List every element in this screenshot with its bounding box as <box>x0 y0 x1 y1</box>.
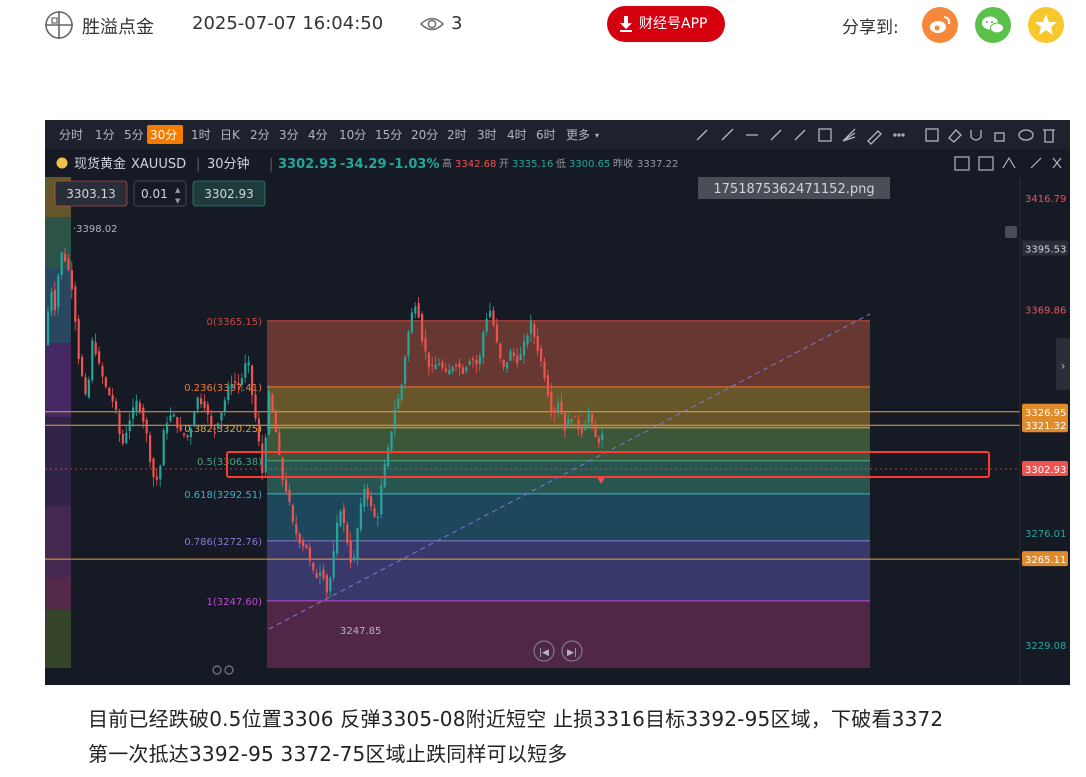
low-label: 低 <box>556 157 566 170</box>
fib-level-label: 0.236(3337.41) <box>184 383 262 394</box>
symbol-code[interactable]: XAUUSD <box>131 157 186 172</box>
symbol-name[interactable]: 现货黄金 <box>74 156 126 172</box>
eye-icon <box>420 17 444 31</box>
wechat-icon <box>975 7 1011 43</box>
publish-datetime: 2025-07-07 16:04:50 <box>192 13 384 34</box>
low-value: 3300.65 <box>569 159 610 170</box>
chevron-right-icon[interactable]: › <box>1061 359 1066 373</box>
tab-timeframe[interactable]: 10分 <box>339 128 366 142</box>
price-axis-label: 3302.93 <box>1025 465 1066 476</box>
price-axis-label: 3326.95 <box>1025 408 1066 419</box>
article-header: 胜溢点金 2025-07-07 16:04:50 3 财经号APP 分享到: <box>0 0 1086 50</box>
qzone-icon <box>1028 7 1064 43</box>
price-axis-label: 3229.08 <box>1025 641 1066 652</box>
tab-timeframe[interactable]: 6时 <box>536 128 556 142</box>
skip-forward-icon: ▶| <box>567 648 577 658</box>
alert-bell-icon[interactable] <box>1005 226 1017 238</box>
plot-area: 0(3365.15)0.236(3337.41)0.382(3320.25)0.… <box>45 177 1068 685</box>
tab-timeframe[interactable]: 日K <box>220 128 241 142</box>
high-extreme-label: ·3398.02 <box>73 224 118 235</box>
open-value: 3335.16 <box>512 159 553 170</box>
qzone-share-button[interactable] <box>1028 7 1064 43</box>
skip-back-icon: |◀ <box>539 648 549 658</box>
app-download-label: 财经号APP <box>639 16 708 32</box>
fib-level-label: 0.786(3272.76) <box>184 537 262 548</box>
tab-timeframe[interactable]: 30分 <box>150 128 177 142</box>
tab-timeframe[interactable]: 2分 <box>250 128 270 142</box>
view-count: 3 <box>451 13 463 34</box>
price-axis-label: 3369.86 <box>1025 306 1066 317</box>
quantity-value: 0.01 <box>141 187 168 201</box>
tab-timeframe[interactable]: 4时 <box>507 128 527 142</box>
prev-close-value: 3337.22 <box>637 159 678 170</box>
wechat-share-button[interactable] <box>975 7 1011 43</box>
weibo-share-button[interactable] <box>922 7 958 43</box>
high-value: 3342.68 <box>455 159 496 170</box>
weibo-icon <box>922 7 958 43</box>
fib-level-label: 0.5(3306.38) <box>197 457 262 468</box>
fib-level-label: 0(3365.15) <box>206 317 262 328</box>
chevron-down-icon[interactable]: ▼ <box>175 197 181 205</box>
price-axis-label: 3416.79 <box>1025 194 1066 205</box>
tab-timeframe[interactable]: 分时 <box>59 128 83 142</box>
period-label[interactable]: 30分钟 <box>207 156 250 172</box>
buy-price: 3302.93 <box>204 187 254 201</box>
last-price: 3302.93 <box>278 157 337 172</box>
reset-view-icon[interactable] <box>212 665 222 675</box>
low-extreme-label: 3247.85 <box>340 626 381 637</box>
tab-timeframe[interactable]: 20分 <box>411 128 438 142</box>
chevron-up-icon[interactable]: ▲ <box>175 186 181 194</box>
author-logo-icon <box>45 11 73 39</box>
tab-timeframe[interactable]: 1分 <box>95 128 115 142</box>
svg-text:|: | <box>196 157 200 172</box>
zoom-icon[interactable] <box>224 665 234 675</box>
high-label: 高 <box>442 157 452 170</box>
tab-timeframe[interactable]: 15分 <box>375 128 402 142</box>
price-axis-label: 3395.53 <box>1025 244 1066 255</box>
tab-timeframe[interactable]: 4分 <box>308 128 328 142</box>
app-download-button[interactable]: 财经号APP <box>607 6 725 42</box>
price-change: -34.29 <box>340 157 387 172</box>
sell-price: 3303.13 <box>66 187 116 201</box>
price-axis-label: 3321.32 <box>1025 421 1066 432</box>
fib-level-label: 0.618(3292.51) <box>184 490 262 501</box>
tab-timeframe[interactable]: 2时 <box>447 128 467 142</box>
chart-screenshot: 分时 1分 5分 30分 1时 日K 2分 3分 4分 10分 15分 20分 2时 3时 4时 6时 更多 ▾ … <box>45 120 1070 685</box>
tab-timeframe[interactable]: 5分 <box>124 128 144 142</box>
tab-timeframe[interactable]: 1时 <box>191 128 211 142</box>
price-axis-label: 3265.11 <box>1025 555 1066 566</box>
author-name[interactable]: 胜溢点金 <box>82 13 154 39</box>
fib-level-label: 1(3247.60) <box>206 597 262 608</box>
tab-timeframe[interactable]: 3分 <box>279 128 299 142</box>
tab-timeframe[interactable]: 更多 <box>566 128 590 142</box>
price-axis-label: 3276.01 <box>1025 529 1066 540</box>
download-icon <box>620 16 632 32</box>
tab-timeframe[interactable]: 3时 <box>477 128 497 142</box>
share-label: 分享到: <box>842 18 899 38</box>
svg-text:|: | <box>269 157 273 172</box>
image-filename: 1751875362471152.png <box>713 182 874 197</box>
gold-symbol-icon <box>56 157 68 169</box>
open-label: 开 <box>499 159 509 170</box>
annotation-line-1: 目前已经跌破0.5位置3306 反弹3305-08附近短空 止损3316目标33… <box>88 707 944 731</box>
price-change-pct: -1.03% <box>389 157 440 172</box>
trading-chart: 分时 1分 5分 30分 1时 日K 2分 3分 4分 10分 15分 20分 2时 3时 4时 6时 更多 ▾ … <box>45 120 1070 685</box>
prev-close-label: 昨收 <box>613 157 633 170</box>
annotation-line-2: 第一次抵达3392-95 3372-75区域止跌同样可以短多 <box>88 742 568 766</box>
chevron-down-icon[interactable]: ▾ <box>595 131 599 140</box>
